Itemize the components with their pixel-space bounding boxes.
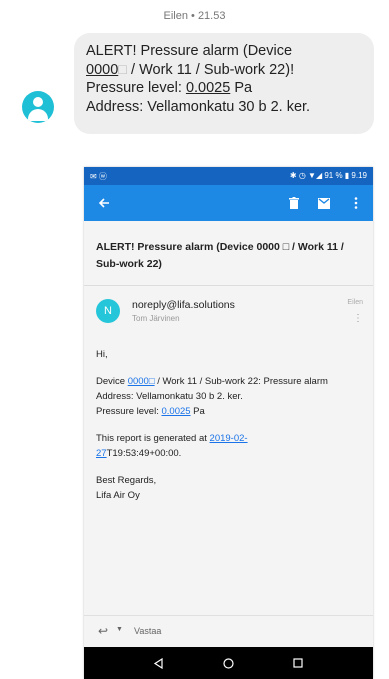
sms-pressure-prefix: Pressure level: bbox=[86, 80, 186, 96]
sender-avatar[interactable]: N bbox=[96, 299, 120, 323]
sender-email[interactable]: noreply@lifa.solutions bbox=[132, 299, 235, 311]
divider bbox=[84, 285, 373, 286]
android-nav-bar bbox=[84, 647, 373, 679]
device-rest: / Work 11 / Sub-work 22: Pressure alarm bbox=[154, 376, 328, 387]
more-vert-icon bbox=[354, 197, 358, 209]
more-options-button[interactable] bbox=[342, 185, 370, 221]
sms-line-2-rest: / Work 11 / Sub-work 22)! bbox=[127, 61, 295, 78]
device-label: Device bbox=[96, 376, 128, 387]
sms-pressure-unit: Pa bbox=[230, 80, 253, 96]
report-date-link-2[interactable]: 27 bbox=[96, 448, 107, 459]
pressure-unit: Pa bbox=[190, 406, 205, 417]
email-time: Eilen bbox=[347, 299, 363, 306]
app-toolbar bbox=[84, 185, 373, 221]
company-name: Lifa Air Oy bbox=[96, 490, 140, 501]
sms-pressure-value: 0.0025 bbox=[185, 80, 231, 96]
sms-message-bubble[interactable]: ALERT! Pressure alarm (Device 0000□ / Wo… bbox=[74, 33, 374, 134]
report-date-link[interactable]: 2019-02- bbox=[210, 433, 248, 444]
device-link[interactable]: 0000□ bbox=[128, 376, 155, 387]
nav-home-button[interactable] bbox=[208, 647, 248, 679]
status-bar: ✉ ⓦ ✱ ◷ ▼◢ 91 % ▮ 9.19 bbox=[84, 167, 373, 185]
status-left-icons: ✉ ⓦ bbox=[90, 172, 107, 181]
nav-recents-button[interactable] bbox=[278, 647, 318, 679]
recipient-name: Tom Järvinen bbox=[132, 314, 180, 323]
address-text: Address: Vellamonkatu 30 b 2. ker. bbox=[96, 391, 243, 402]
back-triangle-icon bbox=[153, 657, 163, 669]
signature: Best Regards, Lifa Air Oy bbox=[96, 473, 358, 503]
sms-line-3: Pressure level: 0.0025 Pa bbox=[86, 79, 362, 98]
email-body: Hi, Device 0000□ / Work 11 / Sub-work 22… bbox=[96, 347, 358, 515]
sms-redacted-mark: □ bbox=[118, 61, 128, 78]
reply-bar: ↩ ▼ Vastaa bbox=[84, 615, 373, 648]
archive-button[interactable] bbox=[280, 185, 308, 221]
report-prefix: This report is generated at bbox=[96, 433, 210, 444]
pressure-link[interactable]: 0.0025 bbox=[161, 406, 190, 417]
sms-address: Address: Vellamonkatu 30 b 2. ker. bbox=[86, 98, 311, 115]
greeting: Hi, bbox=[96, 349, 108, 360]
archive-icon bbox=[289, 197, 299, 209]
report-text: This report is generated at 2019-02- 27T… bbox=[96, 431, 358, 461]
nav-back-button[interactable] bbox=[138, 647, 178, 679]
sms-timestamp: Eilen • 21.53 bbox=[163, 10, 226, 22]
reply-button[interactable]: Vastaa bbox=[134, 626, 161, 636]
recents-square-icon bbox=[293, 658, 303, 668]
regards: Best Regards, bbox=[96, 475, 157, 486]
sms-line-2: 0000□ / Work 11 / Sub-work 22)! bbox=[86, 61, 362, 80]
back-button[interactable] bbox=[90, 185, 118, 221]
chevron-down-icon[interactable]: ▼ bbox=[116, 626, 123, 633]
sms-device-id: 0000 bbox=[86, 61, 119, 78]
arrow-left-icon bbox=[98, 198, 109, 208]
pressure-prefix: Pressure level: bbox=[96, 406, 162, 417]
email-subject: ALERT! Pressure alarm (Device 0000 □ / W… bbox=[96, 241, 344, 270]
person-icon-body bbox=[28, 109, 48, 121]
report-time: T19:53:49+00:00. bbox=[106, 448, 182, 459]
person-icon-head bbox=[33, 97, 43, 107]
reply-icon[interactable]: ↩ bbox=[98, 624, 108, 638]
mail-icon bbox=[318, 197, 330, 209]
email-screenshot: ✉ ⓦ ✱ ◷ ▼◢ 91 % ▮ 9.19 ALERT! Pressure a… bbox=[84, 167, 373, 679]
mail-button[interactable] bbox=[310, 185, 338, 221]
home-circle-icon bbox=[222, 657, 234, 669]
email-content: ALERT! Pressure alarm (Device 0000 □ / W… bbox=[84, 221, 373, 641]
alarm-details: Device 0000□ / Work 11 / Sub-work 22: Pr… bbox=[96, 374, 358, 419]
sms-line-1: ALERT! Pressure alarm (Device bbox=[86, 43, 293, 59]
message-more-icon[interactable]: ⋮ bbox=[353, 313, 363, 324]
status-right-icons: ✱ ◷ ▼◢ 91 % ▮ 9.19 bbox=[289, 171, 367, 180]
contact-avatar[interactable] bbox=[22, 91, 54, 123]
